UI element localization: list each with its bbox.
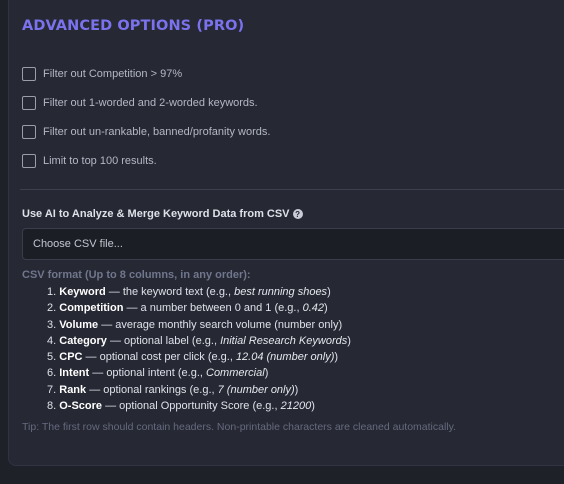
csv-format-heading: CSV format (Up to 8 columns, in any orde… <box>22 269 251 281</box>
csv-tip-text: Tip: The first row should contain header… <box>22 421 457 433</box>
limit-top-100-option[interactable]: Limit to top 100 results. <box>22 153 157 169</box>
csv-column-item: 6. Intent — optional intent (e.g., Comme… <box>47 367 269 380</box>
ai-merge-heading: Use AI to Analyze & Merge Keyword Data f… <box>22 208 303 220</box>
csv-column-item: 7. Rank — optional rankings (e.g., 7 (nu… <box>47 383 299 396</box>
filter-short-keywords-checkbox[interactable] <box>22 96 36 110</box>
csv-column-item: 4. Category — optional label (e.g., Init… <box>47 334 351 347</box>
limit-top-100-label: Limit to top 100 results. <box>43 155 157 167</box>
ai-merge-label: Use AI to Analyze & Merge Keyword Data f… <box>22 208 290 220</box>
question-circle-icon[interactable]: ? <box>292 209 303 219</box>
filter-competition-label: Filter out Competition > 97% <box>43 68 183 80</box>
csv-file-input[interactable]: Choose CSV file... <box>22 228 564 260</box>
filter-competition-checkbox[interactable] <box>22 67 36 81</box>
csv-format-list: 1. Keyword — the keyword text (e.g., bes… <box>47 284 351 414</box>
csv-column-item: 1. Keyword — the keyword text (e.g., bes… <box>47 286 331 298</box>
filter-banned-words-checkbox[interactable] <box>22 125 36 139</box>
limit-top-100-checkbox[interactable] <box>22 154 36 168</box>
csv-file-placeholder: Choose CSV file... <box>33 238 123 250</box>
section-divider <box>20 189 564 190</box>
filter-short-keywords-label: Filter out 1-worded and 2-worded keyword… <box>43 97 258 109</box>
csv-column-item: 3. Volume — average monthly search volum… <box>47 318 343 331</box>
filter-short-keywords-option[interactable]: Filter out 1-worded and 2-worded keyword… <box>22 95 258 111</box>
filter-competition-option[interactable]: Filter out Competition > 97% <box>22 66 182 82</box>
filter-banned-words-option[interactable]: Filter out un-rankable, banned/profanity… <box>22 124 270 140</box>
filter-banned-words-label: Filter out un-rankable, banned/profanity… <box>43 126 271 138</box>
csv-column-item: 5. CPC — optional cost per click (e.g., … <box>47 351 339 364</box>
section-title: ADVANCED OPTIONS (PRO) <box>22 18 245 34</box>
csv-column-item: 8. O-Score — optional Opportunity Score … <box>47 400 315 413</box>
csv-column-item: 2. Competition — a number between 0 and … <box>47 302 328 315</box>
